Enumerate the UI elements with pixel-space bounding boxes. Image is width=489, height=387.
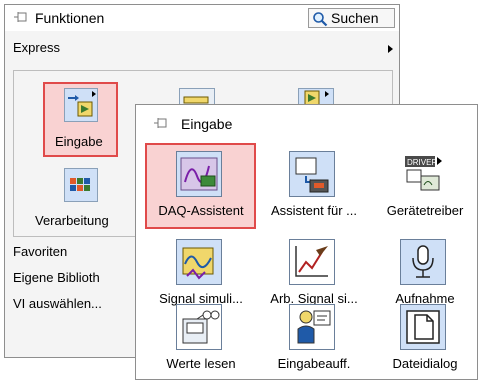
pin-icon[interactable] [154, 117, 168, 129]
item-assistent-fuer[interactable]: Assistent für ... [258, 145, 358, 225]
instrument-driver-icon: DRIVERS [400, 151, 446, 197]
microphone-icon [400, 239, 446, 285]
search-label: Suchen [331, 10, 379, 26]
item-assistent-fuer-label: Assistent für ... [271, 203, 357, 218]
search-button[interactable]: Suchen [308, 8, 395, 28]
category-vi-auswaehlen-label: VI auswählen... [13, 296, 102, 311]
category-express-label: Express [13, 40, 60, 55]
item-daq-assistent[interactable]: DAQ-Assistent [145, 145, 245, 225]
magnifier-icon [313, 12, 328, 27]
item-geraetetreiber-label: Gerätetreiber [386, 203, 464, 218]
submenu-arrow-icon [388, 45, 393, 53]
item-dateidialog[interactable]: Dateidialog [369, 298, 469, 378]
express-item-verarbeitung-label: Verarbeitung [35, 213, 109, 228]
input-subpalette: Eingabe DAQ-Assistent Assistent für ... [135, 104, 478, 380]
daq-assistant-icon [176, 151, 222, 197]
palette-title: Funktionen [35, 10, 105, 26]
arbitrary-signal-icon [289, 239, 335, 285]
category-favoriten-label: Favoriten [13, 244, 68, 259]
item-eingabeaufforderung[interactable]: Eingabeauff. [258, 298, 358, 378]
file-dialog-icon [400, 304, 446, 350]
item-geraetetreiber[interactable]: DRIVERS Gerätetreiber [369, 145, 469, 225]
prompt-user-icon [289, 304, 335, 350]
processing-palette-icon[interactable] [64, 168, 98, 202]
pin-icon[interactable] [14, 11, 28, 23]
simulate-signal-icon [176, 239, 222, 285]
palette-titlebar: Funktionen Suchen [5, 5, 399, 31]
subpalette-title: Eingabe [181, 116, 233, 132]
category-express[interactable]: Express [5, 37, 399, 59]
item-eingabeaufforderung-label: Eingabeauff. [277, 356, 351, 371]
item-werte-lesen[interactable]: Werte lesen [145, 298, 245, 378]
express-item-eingabe-label: Eingabe [55, 134, 103, 149]
item-daq-assistent-label: DAQ-Assistent [158, 203, 244, 218]
instrument-io-assistant-icon [289, 151, 335, 197]
read-values-icon [176, 304, 222, 350]
category-eigene-bibliothek-label: Eigene Biblioth [13, 270, 100, 285]
item-werte-lesen-label: Werte lesen [166, 356, 236, 371]
item-dateidialog-label: Dateidialog [392, 356, 458, 371]
input-palette-icon [64, 88, 98, 122]
